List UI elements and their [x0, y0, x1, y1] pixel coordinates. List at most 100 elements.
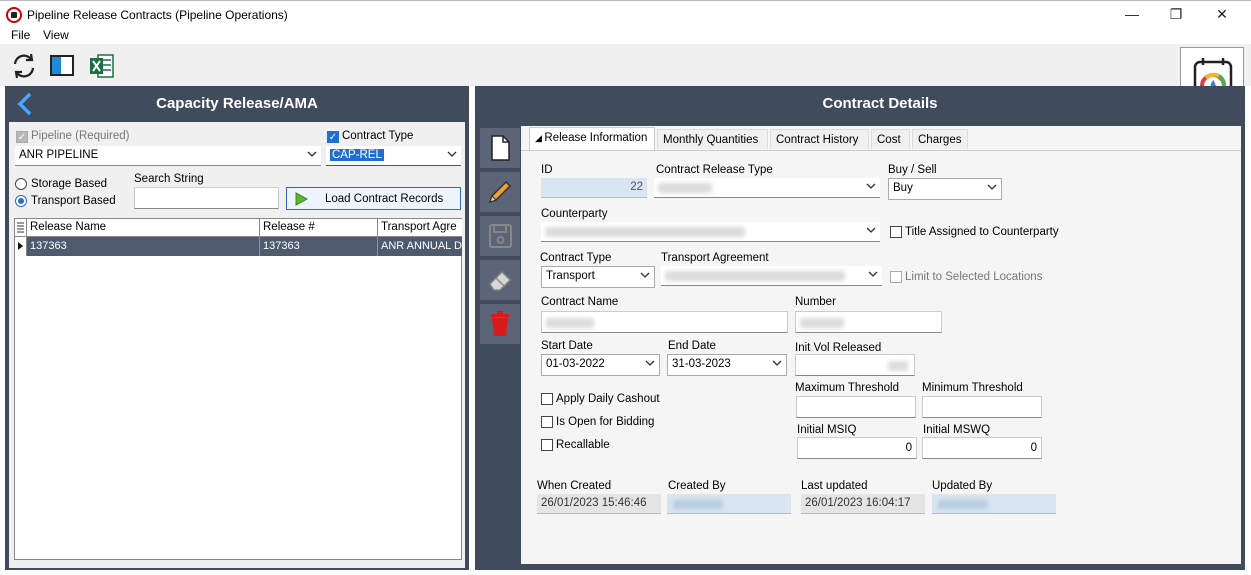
table-row-release-name[interactable]: 137363	[27, 237, 260, 256]
column-header-release-number[interactable]: Release #	[260, 219, 378, 237]
transport-agreement-value-redacted	[665, 271, 845, 281]
contract-name-input[interactable]	[541, 311, 788, 333]
refresh-icon[interactable]	[10, 52, 38, 80]
number-label: Number	[795, 296, 836, 308]
updated-by-value-redacted	[938, 500, 988, 509]
save-button[interactable]	[480, 216, 520, 256]
grid-menu-icon[interactable]	[15, 219, 27, 237]
left-panel-body: Pipeline (Required) ANR PIPELINE Contrac…	[9, 122, 465, 568]
end-date-picker[interactable]: 31-03-2023	[667, 354, 787, 376]
chevron-down-icon	[447, 151, 457, 157]
end-date-label: End Date	[668, 340, 716, 352]
save-icon	[489, 224, 512, 248]
trash-icon	[491, 311, 509, 336]
tab-charges[interactable]: Charges	[912, 129, 968, 149]
contract-type-select[interactable]: CAP-REL	[326, 146, 461, 166]
edit-button[interactable]	[480, 172, 520, 212]
search-string-input[interactable]	[134, 187, 279, 209]
contract-type-label: Contract Type	[342, 130, 414, 142]
load-contract-records-button[interactable]: Load Contract Records	[286, 187, 461, 210]
apply-daily-cashout-label: Apply Daily Cashout	[556, 393, 660, 405]
counterparty-select[interactable]	[541, 222, 880, 242]
contract-type-select-value: CAP-REL	[330, 149, 384, 161]
window-title: Pipeline Release Contracts (Pipeline Ope…	[27, 8, 288, 22]
contract-name-label: Contract Name	[541, 296, 619, 308]
initial-msiq-input[interactable]: 0	[797, 437, 917, 459]
max-threshold-label: Maximum Threshold	[795, 382, 899, 394]
detail-contract-type-value: Transport	[546, 270, 595, 282]
init-vol-input[interactable]	[795, 354, 915, 376]
chevron-down-icon	[772, 360, 782, 366]
side-toolbar	[480, 128, 520, 348]
when-created-field: 26/01/2023 15:46:46	[537, 494, 661, 514]
tab-cost[interactable]: Cost	[871, 129, 910, 149]
min-threshold-label: Minimum Threshold	[922, 382, 1023, 394]
max-threshold-input[interactable]	[796, 396, 916, 418]
menu-view[interactable]: View	[43, 28, 69, 42]
release-type-select[interactable]	[654, 178, 880, 198]
left-panel-header: Capacity Release/AMA	[5, 86, 469, 122]
init-vol-label: Init Vol Released	[795, 342, 882, 354]
detail-contract-type-select[interactable]: Transport	[541, 266, 655, 288]
new-document-button[interactable]	[480, 128, 520, 168]
contract-name-value-redacted	[546, 318, 594, 328]
number-value-redacted	[800, 318, 844, 328]
open-for-bidding-label: Is Open for Bidding	[556, 416, 655, 428]
menu-file[interactable]: File	[11, 28, 30, 42]
minimize-button[interactable]: —	[1120, 5, 1144, 23]
clear-button[interactable]	[480, 260, 520, 300]
last-updated-field: 26/01/2023 16:04:17	[801, 494, 925, 514]
initial-mswq-input[interactable]: 0	[922, 437, 1042, 459]
recallable-label: Recallable	[556, 439, 610, 451]
panel-toggle-icon[interactable]	[49, 52, 77, 80]
column-header-transport-agreement[interactable]: Transport Agre	[378, 219, 462, 237]
start-date-value: 01-03-2022	[546, 358, 605, 370]
table-row-transport-agreement[interactable]: ANR ANNUAL D	[378, 237, 462, 256]
last-updated-label: Last updated	[801, 480, 868, 492]
id-field: 22	[541, 178, 647, 198]
table-row-release-number[interactable]: 137363	[260, 237, 378, 256]
storage-based-label: Storage Based	[31, 178, 108, 190]
tab-release-information[interactable]: ◢ Release Information	[529, 127, 655, 150]
limit-locations-label: Limit to Selected Locations	[905, 271, 1043, 283]
delete-button[interactable]	[480, 304, 520, 344]
close-button[interactable]: ✕	[1210, 5, 1234, 23]
min-threshold-input[interactable]	[922, 396, 1042, 418]
toolbar	[0, 44, 1251, 86]
counterparty-label: Counterparty	[541, 208, 608, 220]
release-grid: Release Name Release # Transport Agre 13…	[14, 218, 462, 560]
contract-details-panel: Contract Details ◢ Release Information M…	[475, 86, 1245, 570]
menu-bar: File View	[0, 27, 1251, 44]
buy-sell-value: Buy	[893, 182, 913, 194]
tab-label: Release Information	[544, 132, 648, 144]
updated-by-label: Updated By	[932, 480, 993, 492]
start-date-label: Start Date	[541, 340, 593, 352]
chevron-down-icon	[866, 227, 876, 233]
tab-monthly-quantities[interactable]: Monthly Quantities	[657, 129, 768, 149]
maximize-button[interactable]: ❐	[1164, 5, 1188, 23]
number-input[interactable]	[795, 311, 942, 333]
pipeline-select[interactable]: ANR PIPELINE	[15, 146, 321, 166]
tab-divider	[521, 150, 1241, 151]
created-by-value-redacted	[673, 500, 723, 509]
buy-sell-label: Buy / Sell	[888, 164, 937, 176]
init-vol-value-redacted	[888, 361, 908, 371]
excel-icon[interactable]	[88, 52, 116, 80]
play-icon	[295, 192, 308, 206]
pencil-icon	[488, 180, 512, 204]
pipeline-label: Pipeline (Required)	[31, 130, 130, 142]
pipeline-select-value: ANR PIPELINE	[19, 149, 99, 161]
transport-agreement-label: Transport Agreement	[661, 252, 769, 264]
transport-based-radio[interactable]	[15, 195, 27, 207]
column-header-release-name[interactable]: Release Name	[27, 219, 260, 237]
storage-based-radio[interactable]	[15, 178, 27, 190]
transport-agreement-select[interactable]	[661, 266, 882, 286]
buy-sell-select[interactable]: Buy	[888, 178, 1002, 200]
start-date-picker[interactable]: 01-03-2022	[541, 354, 660, 376]
initial-mswq-label: Initial MSWQ	[923, 424, 991, 436]
new-document-icon	[491, 135, 510, 161]
left-panel-title: Capacity Release/AMA	[156, 95, 318, 112]
tab-contract-history[interactable]: Contract History	[770, 129, 869, 149]
eraser-icon	[489, 270, 512, 291]
title-assigned-label: Title Assigned to Counterparty	[905, 226, 1059, 238]
